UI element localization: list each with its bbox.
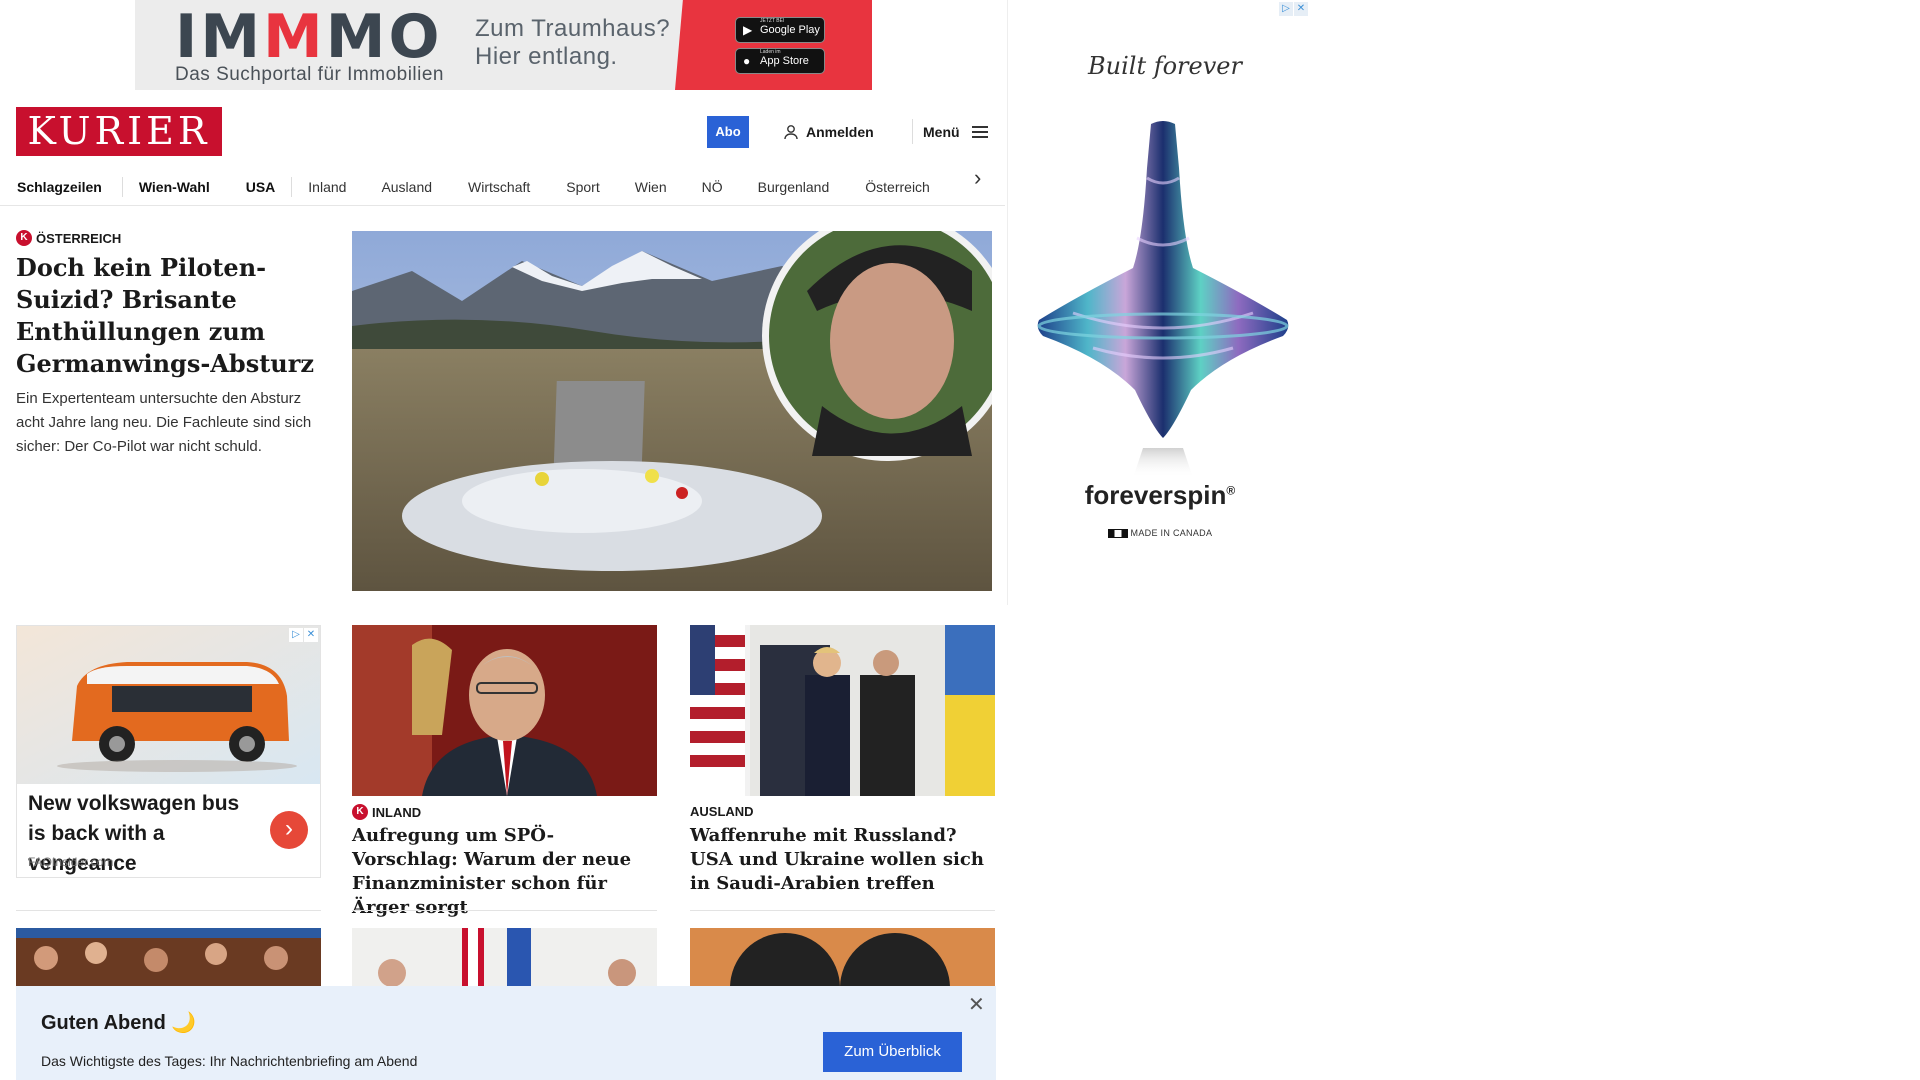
adchoices[interactable]: ▷ ✕ [289, 628, 318, 642]
card-divider [352, 910, 657, 911]
nav-divider-line [0, 205, 1005, 206]
nav-item-wirtschaft[interactable]: Wirtschaft [468, 179, 530, 195]
article-image-inland[interactable] [352, 625, 657, 796]
hero-image[interactable] [352, 231, 992, 591]
nav-item-wien-wahl[interactable]: Wien-Wahl [139, 179, 210, 195]
ad-red-panel [675, 0, 872, 90]
card-divider [690, 910, 995, 911]
nav-divider [121, 177, 123, 197]
vw-bus-image [17, 626, 320, 784]
card-headline-inland[interactable]: Aufregung um SPÖ-Vorschlag: Warum der ne… [352, 824, 657, 920]
ad-subtitle: Das Suchportal für Immobilien [175, 64, 444, 85]
ad-script-text: Built forever [1088, 52, 1242, 80]
hamburger-icon [971, 126, 988, 138]
chevron-right-icon[interactable]: › [974, 167, 981, 189]
login-button[interactable]: Anmelden [783, 121, 874, 143]
close-icon[interactable]: ✕ [968, 992, 985, 1017]
section-nav: Schlagzeilen Wien-Wahl USA Inland Auslan… [0, 168, 1005, 206]
foreverspin-logo: foreverspin® [1084, 480, 1236, 510]
nav-item-ausland[interactable]: Ausland [381, 179, 432, 195]
adchoices-icon[interactable]: ▷ [289, 628, 303, 642]
adchoices-icon[interactable]: ▷ [1279, 2, 1293, 16]
card-divider [16, 910, 321, 911]
hero-kicker[interactable]: K ÖSTERREICH [16, 230, 121, 246]
kurier-plus-icon: K [352, 804, 368, 820]
canada-flag-icon [1107, 529, 1128, 539]
side-ad[interactable]: ▷ ✕ Built forever foreverspin® MADE IN C… [1007, 0, 1312, 605]
adchoices[interactable]: ▷ ✕ [1279, 2, 1308, 16]
card-headline-ausland[interactable]: Waffenruhe mit Russland? USA und Ukraine… [690, 824, 995, 896]
sponsored-ad-card[interactable]: ▷ ✕ New volkswagen bus is back with a ve… [16, 625, 321, 878]
user-icon [784, 125, 798, 140]
play-icon: ▶ [743, 23, 753, 37]
menu-button[interactable]: Menü [923, 121, 988, 143]
spinning-top-image [1037, 121, 1289, 478]
app-store-button[interactable]: ● Laden im App Store [735, 48, 825, 74]
google-play-button[interactable]: ▶ JETZT BEI Google Play [735, 17, 825, 43]
kurier-logo[interactable]: KURIER [16, 107, 222, 156]
article-image-ausland[interactable] [690, 625, 995, 796]
abo-button[interactable]: Abo [707, 116, 749, 148]
nav-item-noe[interactable]: NÖ [702, 179, 723, 195]
hero-teaser: Ein Expertenteam untersuchte den Absturz… [16, 390, 312, 455]
nav-item-sport[interactable]: Sport [566, 179, 599, 195]
nav-divider [291, 177, 293, 197]
evening-briefing-banner: Guten Abend 🌙 Das Wichtigste des Tages: … [16, 986, 996, 1080]
ad-close-icon[interactable]: ✕ [304, 628, 318, 642]
briefing-description: Das Wichtigste des Tages: Ihr Nachrichte… [41, 1053, 418, 1069]
card-kicker-inland[interactable]: K INLAND [352, 804, 421, 820]
briefing-cta-button[interactable]: Zum Überblick [823, 1032, 962, 1072]
article-image-meeting[interactable] [352, 928, 657, 986]
nav-item-schlagzeilen[interactable]: Schlagzeilen [17, 179, 102, 195]
header-divider [912, 119, 913, 144]
card-kicker-ausland[interactable]: AUSLAND [690, 804, 754, 819]
article-image-crowd[interactable] [16, 928, 321, 986]
briefing-greeting: Guten Abend 🌙 [41, 1012, 197, 1034]
kurier-plus-icon: K [16, 230, 32, 246]
apple-icon: ● [743, 54, 751, 68]
nav-item-inland[interactable]: Inland [308, 179, 346, 195]
nav-item-oesterreich[interactable]: Österreich [865, 179, 930, 195]
ad-close-icon[interactable]: ✕ [1294, 2, 1308, 16]
top-banner-ad[interactable]: IMMMO Das Suchportal für Immobilien Zum … [135, 0, 872, 90]
chevron-right-icon[interactable]: › [270, 811, 308, 849]
hero-headline[interactable]: Doch kein Piloten-Suizid? Brisante Enthü… [16, 252, 321, 380]
immmo-logo: IMMMO [175, 2, 443, 72]
nav-item-burgenland[interactable]: Burgenland [758, 179, 830, 195]
ad-card-source: FAQInsider.com [28, 855, 114, 869]
ad-slogan: Zum Traumhaus? Hier entlang. [475, 15, 671, 70]
article-image-illustration[interactable] [690, 928, 995, 986]
nav-item-usa[interactable]: USA [246, 179, 276, 195]
made-in-canada: MADE IN CANADA [1008, 528, 1312, 539]
nav-item-wien[interactable]: Wien [635, 179, 667, 195]
